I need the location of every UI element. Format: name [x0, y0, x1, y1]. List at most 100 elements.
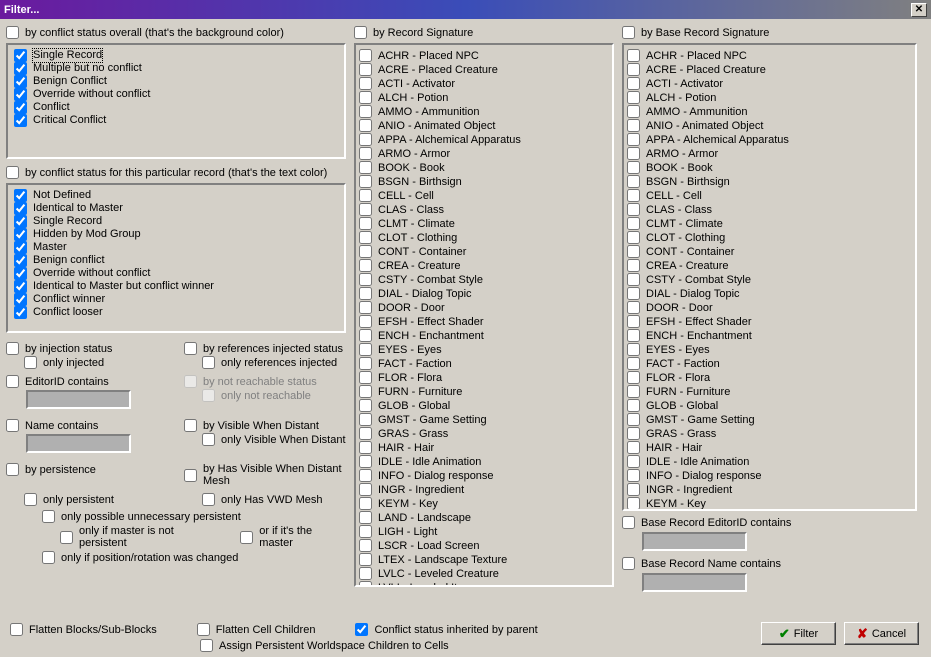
list-item[interactable]: ACRE - Placed Creature: [627, 63, 912, 76]
editorid-input[interactable]: [26, 390, 131, 409]
list-item[interactable]: GLOB - Global: [359, 399, 609, 412]
list-item[interactable]: Override without conflict: [14, 88, 338, 101]
list-item[interactable]: ANIO - Animated Object: [359, 119, 609, 132]
list-item[interactable]: ACTI - Activator: [359, 77, 609, 90]
list-item[interactable]: IDLE - Idle Animation: [359, 455, 609, 468]
list-item[interactable]: HAIR - Hair: [359, 441, 609, 454]
list-item[interactable]: INGR - Ingredient: [359, 483, 609, 496]
conflict-particular-checkbox[interactable]: by conflict status for this particular r…: [6, 166, 346, 179]
list-item[interactable]: ENCH - Enchantment: [627, 329, 912, 342]
list-item[interactable]: CLAS - Class: [359, 203, 609, 216]
list-item[interactable]: Conflict: [14, 101, 338, 114]
list-item[interactable]: EYES - Eyes: [359, 343, 609, 356]
conflict-inherited-checkbox[interactable]: Conflict status inherited by parent: [355, 623, 537, 636]
base-editorid-input[interactable]: [642, 532, 747, 551]
list-item[interactable]: ARMO - Armor: [627, 147, 912, 160]
list-item[interactable]: GRAS - Grass: [627, 427, 912, 440]
list-item[interactable]: INFO - Dialog response: [627, 469, 912, 482]
name-contains-checkbox[interactable]: Name contains: [6, 419, 168, 432]
list-item[interactable]: CLMT - Climate: [359, 217, 609, 230]
only-refs-injected-checkbox[interactable]: only references injected: [202, 356, 346, 369]
persistence-checkbox[interactable]: by persistence: [6, 463, 168, 476]
list-item[interactable]: ACTI - Activator: [627, 77, 912, 90]
list-item[interactable]: CREA - Creature: [359, 259, 609, 272]
list-item[interactable]: ACHR - Placed NPC: [627, 49, 912, 62]
base-editorid-checkbox[interactable]: Base Record EditorID contains: [622, 516, 917, 529]
base-sig-list[interactable]: ACHR - Placed NPCACRE - Placed CreatureA…: [622, 43, 917, 511]
list-item[interactable]: ACHR - Placed NPC: [359, 49, 609, 62]
base-sig-checkbox[interactable]: by Base Record Signature: [622, 26, 917, 39]
list-item[interactable]: BSGN - Birthsign: [359, 175, 609, 188]
only-if-master-not-checkbox[interactable]: only if master is not persistent: [60, 525, 220, 549]
list-item[interactable]: DIAL - Dialog Topic: [627, 287, 912, 300]
list-item[interactable]: EFSH - Effect Shader: [359, 315, 609, 328]
conflict-overall-checkbox[interactable]: by conflict status overall (that's the b…: [6, 26, 346, 39]
list-item[interactable]: Conflict winner: [14, 293, 338, 306]
list-item[interactable]: EFSH - Effect Shader: [627, 315, 912, 328]
flatten-blocks-checkbox[interactable]: Flatten Blocks/Sub-Blocks: [10, 623, 157, 636]
refs-injected-checkbox[interactable]: by references injected status: [184, 342, 346, 355]
list-item[interactable]: CONT - Container: [359, 245, 609, 258]
list-item[interactable]: ANIO - Animated Object: [627, 119, 912, 132]
list-item[interactable]: Benign conflict: [14, 254, 338, 267]
list-item[interactable]: EYES - Eyes: [627, 343, 912, 356]
vwd-checkbox[interactable]: by Visible When Distant: [184, 419, 346, 432]
flatten-cell-checkbox[interactable]: Flatten Cell Children: [197, 623, 316, 636]
list-item[interactable]: IDLE - Idle Animation: [627, 455, 912, 468]
list-item[interactable]: Benign Conflict: [14, 75, 338, 88]
list-item[interactable]: FLOR - Flora: [359, 371, 609, 384]
list-item[interactable]: GRAS - Grass: [359, 427, 609, 440]
list-item[interactable]: Single Record: [14, 49, 338, 62]
list-item[interactable]: LIGH - Light: [359, 525, 609, 538]
only-possible-unnecessary-checkbox[interactable]: only possible unnecessary persistent: [42, 510, 346, 523]
list-item[interactable]: CSTY - Combat Style: [359, 273, 609, 286]
list-item[interactable]: DOOR - Door: [359, 301, 609, 314]
list-item[interactable]: BOOK - Book: [627, 161, 912, 174]
list-item[interactable]: FURN - Furniture: [627, 385, 912, 398]
list-item[interactable]: CONT - Container: [627, 245, 912, 258]
list-item[interactable]: Identical to Master: [14, 202, 338, 215]
list-item[interactable]: CELL - Cell: [359, 189, 609, 202]
list-item[interactable]: ALCH - Potion: [359, 91, 609, 104]
only-persistent-checkbox[interactable]: only persistent: [24, 493, 168, 506]
list-item[interactable]: CELL - Cell: [627, 189, 912, 202]
list-item[interactable]: FACT - Faction: [359, 357, 609, 370]
editorid-checkbox[interactable]: EditorID contains: [6, 375, 168, 388]
list-item[interactable]: BOOK - Book: [359, 161, 609, 174]
list-item[interactable]: CLOT - Clothing: [359, 231, 609, 244]
list-item[interactable]: Identical to Master but conflict winner: [14, 280, 338, 293]
list-item[interactable]: LAND - Landscape: [359, 511, 609, 524]
list-item[interactable]: AMMO - Ammunition: [627, 105, 912, 118]
list-item[interactable]: Master: [14, 241, 338, 254]
close-button[interactable]: ✕: [911, 3, 927, 17]
only-injected-checkbox[interactable]: only injected: [24, 356, 168, 369]
only-has-vwd-mesh-checkbox[interactable]: only Has VWD Mesh: [202, 493, 346, 506]
list-item[interactable]: DIAL - Dialog Topic: [359, 287, 609, 300]
base-name-input[interactable]: [642, 573, 747, 592]
list-item[interactable]: ARMO - Armor: [359, 147, 609, 160]
only-vwd-checkbox[interactable]: only Visible When Distant: [202, 433, 346, 446]
list-item[interactable]: BSGN - Birthsign: [627, 175, 912, 188]
list-item[interactable]: HAIR - Hair: [627, 441, 912, 454]
list-item[interactable]: GMST - Game Setting: [627, 413, 912, 426]
list-item[interactable]: CREA - Creature: [627, 259, 912, 272]
list-item[interactable]: KEYM - Key: [359, 497, 609, 510]
list-item[interactable]: ENCH - Enchantment: [359, 329, 609, 342]
list-item[interactable]: Critical Conflict: [14, 114, 338, 127]
list-item[interactable]: Hidden by Mod Group: [14, 228, 338, 241]
record-sig-checkbox[interactable]: by Record Signature: [354, 26, 614, 39]
list-item[interactable]: Override without conflict: [14, 267, 338, 280]
has-vwd-mesh-checkbox[interactable]: by Has Visible When Distant Mesh: [184, 463, 346, 487]
list-item[interactable]: Single Record: [14, 215, 338, 228]
cancel-button[interactable]: ✘ Cancel: [844, 622, 919, 645]
list-item[interactable]: KEYM - Key: [627, 497, 912, 510]
list-item[interactable]: FACT - Faction: [627, 357, 912, 370]
only-if-pos-changed-checkbox[interactable]: only if position/rotation was changed: [42, 551, 346, 564]
or-if-master-checkbox[interactable]: or if it's the master: [240, 525, 346, 549]
list-item[interactable]: INFO - Dialog response: [359, 469, 609, 482]
injection-checkbox[interactable]: by injection status: [6, 342, 168, 355]
list-item[interactable]: AMMO - Ammunition: [359, 105, 609, 118]
list-item[interactable]: CSTY - Combat Style: [627, 273, 912, 286]
list-item[interactable]: Conflict looser: [14, 306, 338, 319]
list-item[interactable]: CLAS - Class: [627, 203, 912, 216]
